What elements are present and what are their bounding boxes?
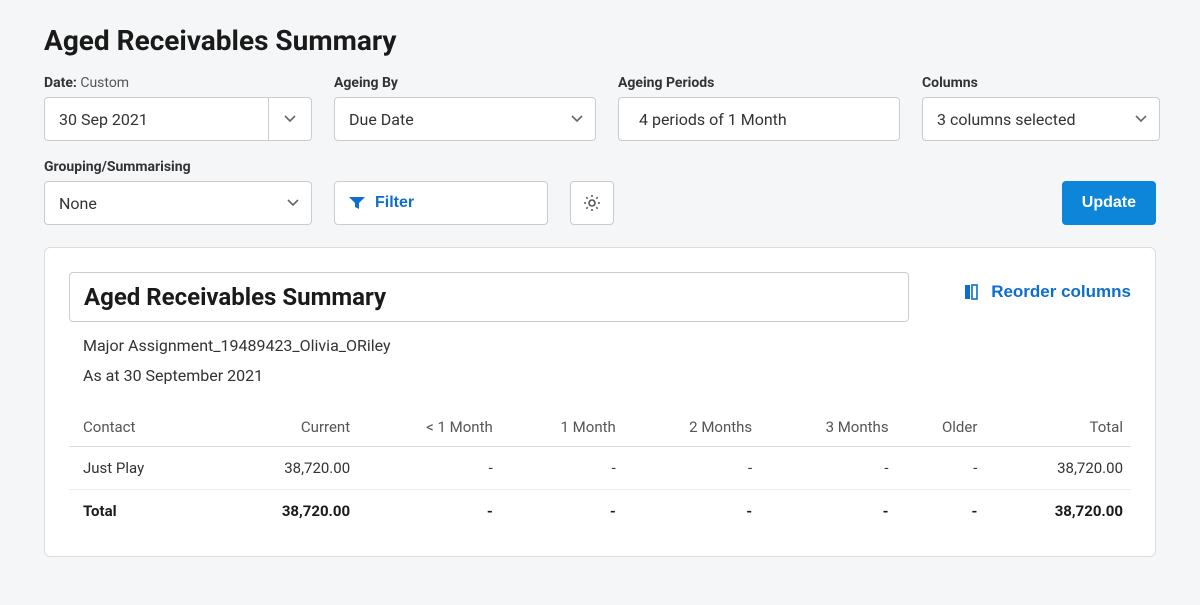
- filter-ageing-periods-label: Ageing Periods: [618, 75, 900, 91]
- col-lt1m: < 1 Month: [358, 408, 501, 447]
- report-as-at: As at 30 September 2021: [69, 360, 1131, 390]
- date-input[interactable]: 30 Sep 2021: [44, 97, 268, 141]
- date-dropdown-button[interactable]: [268, 97, 312, 141]
- columns-select[interactable]: 3 columns selected: [922, 97, 1160, 141]
- grouping-select[interactable]: None: [44, 181, 312, 225]
- filter-date-label: Date: Custom: [44, 75, 312, 91]
- filter-date: Date: Custom 30 Sep 2021: [44, 75, 312, 141]
- cell-total-2m: -: [624, 490, 760, 533]
- chevron-down-icon: [1135, 115, 1147, 123]
- cell-lt1m: -: [358, 447, 501, 490]
- filter-ageing-by-label: Ageing By: [334, 75, 596, 91]
- filter-grouping-label: Grouping/Summarising: [44, 159, 312, 175]
- filters-row-1: Date: Custom 30 Sep 2021 Ageing By Due D…: [44, 75, 1156, 141]
- cell-1m: -: [501, 447, 624, 490]
- cell-contact: Just Play: [69, 447, 213, 490]
- chevron-down-icon: [284, 115, 296, 123]
- table-row[interactable]: Just Play 38,720.00 - - - - - 38,720.00: [69, 447, 1131, 490]
- ageing-by-value: Due Date: [349, 110, 414, 129]
- cell-total: 38,720.00: [985, 447, 1131, 490]
- reorder-columns-icon: [965, 284, 983, 300]
- filter-columns: Columns 3 columns selected: [922, 75, 1160, 141]
- cell-total-total: 38,720.00: [985, 490, 1131, 533]
- table-header-row: Contact Current < 1 Month 1 Month 2 Mont…: [69, 408, 1131, 447]
- col-2m: 2 Months: [624, 408, 760, 447]
- page-title: Aged Receivables Summary: [44, 24, 1156, 57]
- columns-value: 3 columns selected: [937, 110, 1076, 129]
- filter-ageing-by: Ageing By Due Date: [334, 75, 596, 141]
- filter-date-label-text: Date:: [44, 75, 77, 91]
- cell-3m: -: [760, 447, 896, 490]
- ageing-by-select[interactable]: Due Date: [334, 97, 596, 141]
- col-1m: 1 Month: [501, 408, 624, 447]
- filter-button[interactable]: Filter: [334, 181, 548, 225]
- report-title: Aged Receivables Summary: [84, 283, 894, 311]
- report-table: Contact Current < 1 Month 1 Month 2 Mont…: [69, 408, 1131, 532]
- ageing-periods-value: 4 periods of 1 Month: [639, 110, 787, 129]
- chevron-down-icon: [287, 199, 299, 207]
- update-button[interactable]: Update: [1062, 181, 1156, 225]
- col-current: Current: [213, 408, 359, 447]
- filter-date-suffix: Custom: [80, 75, 129, 91]
- cell-2m: -: [624, 447, 760, 490]
- filter-columns-label: Columns: [922, 75, 1160, 91]
- gear-icon: [583, 194, 601, 212]
- cell-total-1m: -: [501, 490, 624, 533]
- table-total-row: Total 38,720.00 - - - - - 38,720.00: [69, 490, 1131, 533]
- grouping-value: None: [59, 194, 97, 213]
- cell-older: -: [897, 447, 986, 490]
- col-contact: Contact: [69, 408, 213, 447]
- settings-button[interactable]: [570, 181, 614, 225]
- report-panel: Aged Receivables Summary Reorder columns…: [44, 247, 1156, 557]
- col-older: Older: [897, 408, 986, 447]
- report-header: Aged Receivables Summary Reorder columns: [69, 272, 1131, 322]
- reorder-columns-label: Reorder columns: [991, 282, 1131, 302]
- cell-total-3m: -: [760, 490, 896, 533]
- filters-row-2: Grouping/Summarising None Filter Update: [44, 159, 1156, 225]
- col-total: Total: [985, 408, 1131, 447]
- ageing-periods-select[interactable]: 4 periods of 1 Month: [618, 97, 900, 141]
- cell-total-older: -: [897, 490, 986, 533]
- cell-current: 38,720.00: [213, 447, 359, 490]
- filter-grouping: Grouping/Summarising None: [44, 159, 312, 225]
- report-org: Major Assignment_19489423_Olivia_ORiley: [69, 330, 1131, 360]
- filter-button-label: Filter: [375, 194, 414, 212]
- filter-icon: [349, 196, 365, 210]
- cell-total-current: 38,720.00: [213, 490, 359, 533]
- reorder-columns-button[interactable]: Reorder columns: [965, 272, 1131, 302]
- chevron-down-icon: [571, 115, 583, 123]
- col-3m: 3 Months: [760, 408, 896, 447]
- report-title-box[interactable]: Aged Receivables Summary: [69, 272, 909, 322]
- cell-total-lt1m: -: [358, 490, 501, 533]
- filter-ageing-periods: Ageing Periods 4 periods of 1 Month: [618, 75, 900, 141]
- cell-total-label: Total: [69, 490, 213, 533]
